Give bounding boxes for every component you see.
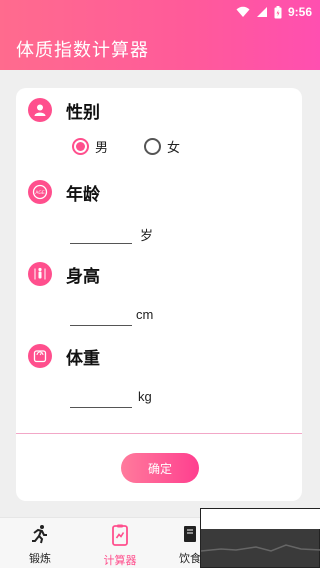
tab-exercise[interactable]: 锻炼 [10, 524, 70, 566]
floating-preview-window[interactable] [200, 508, 320, 568]
status-time: 9:56 [287, 5, 312, 19]
weight-label: 体重 [66, 349, 100, 369]
confirm-button[interactable]: 确定 [121, 453, 199, 483]
height-unit: cm [136, 307, 154, 322]
age-label: 年龄 [66, 185, 100, 205]
divider [16, 433, 302, 434]
radio-female[interactable] [144, 138, 161, 155]
weight-unit: kg [138, 389, 152, 404]
gender-label: 性别 [66, 103, 100, 123]
gender-option-male[interactable]: 男 [72, 137, 108, 156]
weight-input[interactable] [70, 388, 132, 408]
scale-icon [28, 344, 52, 368]
tab-calculator[interactable]: 计算器 [90, 524, 150, 568]
calculator-icon [110, 524, 130, 549]
app-header: 9:56 体质指数计算器 [0, 0, 320, 70]
signal-icon [256, 6, 268, 18]
tab-exercise-label: 锻炼 [29, 552, 51, 565]
radio-male[interactable] [72, 138, 89, 155]
form-card: 性别 男 女 AGE 年龄 岁 身高 cm 体重 kg 确定 [16, 88, 302, 501]
tab-calculator-label: 计算器 [103, 554, 137, 567]
runner-icon [29, 524, 51, 547]
preview-waveform-icon [201, 544, 320, 552]
status-bar: 9:56 [0, 0, 320, 24]
age-input[interactable] [70, 224, 132, 244]
height-icon [28, 262, 52, 286]
preview-top-strip [201, 509, 320, 529]
height-label: 身高 [66, 267, 100, 287]
gender-option-male-label: 男 [95, 141, 109, 156]
wifi-icon [236, 6, 250, 18]
age-unit: 岁 [140, 228, 154, 243]
battery-icon [274, 5, 282, 19]
person-icon [28, 98, 52, 122]
gender-option-female-label: 女 [167, 141, 181, 156]
height-input[interactable] [70, 306, 132, 326]
svg-text:AGE: AGE [35, 190, 44, 196]
age-icon: AGE [28, 180, 52, 204]
page-title: 体质指数计算器 [16, 40, 149, 61]
gender-option-female[interactable]: 女 [144, 137, 180, 156]
tab-diet-label: 饮食 [179, 552, 201, 565]
menu-book-icon [181, 524, 199, 547]
